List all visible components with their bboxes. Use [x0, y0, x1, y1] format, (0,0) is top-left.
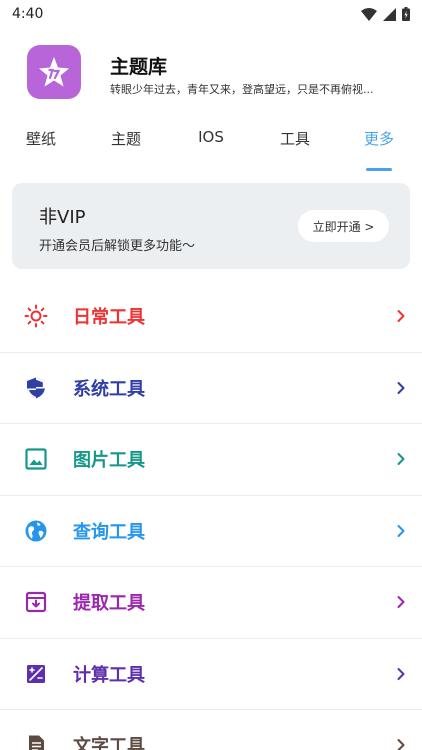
tool-label: 计算工具	[73, 664, 145, 686]
tool-item-text[interactable]: 文字工具	[0, 710, 422, 750]
calculator-icon	[27, 664, 45, 683]
status-icons	[361, 7, 410, 21]
document-icon	[29, 735, 44, 750]
tab-bar: 壁纸 主题 IOS 工具 更多	[0, 128, 422, 174]
app-title: 主题库	[110, 56, 168, 78]
battery-icon	[402, 7, 410, 21]
tool-item-daily[interactable]: 日常工具	[0, 281, 422, 353]
shield-icon	[27, 377, 45, 399]
tool-label: 图片工具	[73, 450, 145, 472]
tab-wallpaper[interactable]: 壁纸	[26, 128, 56, 174]
tab-label: 主题	[110, 130, 142, 148]
activate-vip-button[interactable]: 立即开通 >	[298, 210, 389, 242]
chevron-right-icon	[397, 739, 405, 750]
tool-label: 日常工具	[73, 307, 145, 329]
tool-list: 日常工具 系统工具 图片工具 查询工具 提取工具 计算工具 文字工具	[0, 281, 422, 750]
status-bar: 4:40	[0, 0, 422, 30]
archive-icon	[25, 592, 47, 613]
tab-label: 更多	[363, 130, 395, 148]
tool-label: 文字工具	[73, 736, 145, 750]
star-icon	[39, 57, 69, 87]
chevron-right-icon	[397, 381, 405, 394]
vip-description: 开通会员后解锁更多功能～	[39, 239, 196, 254]
signal-icon	[383, 7, 396, 21]
wifi-icon	[361, 7, 377, 21]
tab-ios[interactable]: IOS	[198, 128, 224, 174]
tab-label: IOS	[198, 128, 224, 146]
app-logo	[27, 45, 81, 99]
app-header: 主题库 转眼少年过去，青年又来，登高望远，只是不再俯视...	[0, 44, 422, 104]
tab-tools[interactable]: 工具	[280, 128, 310, 174]
chevron-right-icon	[397, 596, 405, 609]
image-icon	[25, 448, 47, 470]
tab-active-indicator	[365, 168, 392, 171]
chevron-right-icon	[397, 310, 405, 323]
status-time: 4:40	[12, 6, 44, 22]
chevron-right-icon	[397, 453, 405, 466]
tool-item-calculate[interactable]: 计算工具	[0, 639, 422, 710]
sun-icon	[24, 304, 48, 328]
tab-theme[interactable]: 主题	[111, 128, 141, 174]
tool-item-image[interactable]: 图片工具	[0, 424, 422, 496]
tool-label: 提取工具	[73, 593, 145, 615]
tool-label: 查询工具	[73, 521, 145, 543]
vip-status-title: 非VIP	[39, 207, 86, 228]
globe-icon	[25, 520, 47, 542]
app-subtitle: 转眼少年过去，青年又来，登高望远，只是不再俯视...	[110, 83, 374, 96]
tool-item-extract[interactable]: 提取工具	[0, 567, 422, 639]
chevron-right-icon	[397, 667, 405, 680]
tool-item-system[interactable]: 系统工具	[0, 353, 422, 424]
tab-label: 壁纸	[25, 130, 57, 148]
vip-card: 非VIP 开通会员后解锁更多功能～ 立即开通 >	[12, 183, 410, 269]
chevron-right-icon	[397, 524, 405, 537]
tool-item-query[interactable]: 查询工具	[0, 496, 422, 567]
tab-more[interactable]: 更多	[364, 128, 394, 174]
tab-label: 工具	[279, 130, 311, 148]
tool-label: 系统工具	[73, 378, 145, 400]
